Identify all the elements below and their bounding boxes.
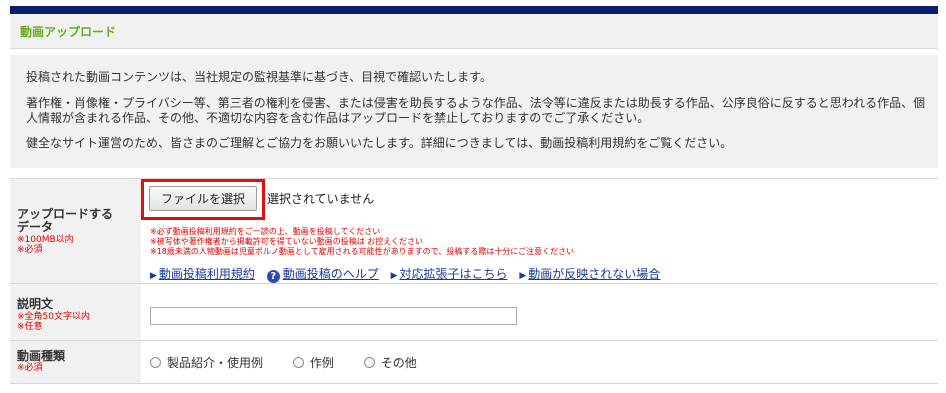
arrow-right-icon: ▶ <box>519 271 527 281</box>
help-links: ▶ 動画投稿利用規約 ? 動画投稿のヘルプ ▶ 対応拡張子はこちら ▶ 動画が反映されな… <box>150 265 668 283</box>
choose-file-button[interactable]: ファイルを選択 <box>149 186 257 211</box>
radio-label: 製品紹介・使用例 <box>167 356 264 370</box>
notice-text-2: 著作権・肖像権・プライバシー等、第三者の権利を侵害、または侵害を助長するような作… <box>26 96 926 125</box>
description-length-note: ※全角50文字以内 <box>17 312 90 322</box>
category-required-note: ※必須 <box>17 363 43 373</box>
description-row: 説明文 ※全角50文字以内 ※任意 <box>10 284 938 341</box>
top-bar <box>10 6 938 14</box>
notice-text-3: 健全なサイト運営のため、皆さまのご理解とご協力をお願いいたします。詳細につきまし… <box>26 136 733 150</box>
help-link[interactable]: 動画投稿のヘルプ <box>283 267 379 281</box>
terms-link[interactable]: 動画投稿利用規約 <box>159 267 255 281</box>
page-title: 動画アップロード <box>20 25 117 39</box>
notice-box: 投稿された動画コンテンツは、当社規定の監視基準に基づき、目視で確認いたします。 … <box>10 55 938 168</box>
radio-circle-icon[interactable] <box>363 357 375 368</box>
upload-size-note: ※100MB以内 <box>17 235 74 245</box>
file-status: 選択されていません <box>267 192 375 206</box>
warning-2: ※被写体や著作権者から掲載許可を得ていない動画の投稿は お控えください <box>150 237 424 246</box>
arrow-right-icon: ▶ <box>390 271 398 281</box>
extensions-link[interactable]: 対応拡張子はこちら <box>400 267 508 281</box>
arrow-right-icon: ▶ <box>150 271 157 281</box>
warning-1: ※必ず動画投稿利用規約をご一読の上、動画を投稿してください <box>150 227 381 236</box>
radio-product-intro[interactable]: 製品紹介・使用例 <box>150 354 263 371</box>
description-input[interactable] <box>150 307 517 325</box>
upload-form: アップロードする データ ※100MB以内 ※必須 ファイルを選択 選択されてい… <box>10 178 938 384</box>
upload-required-note: ※必須 <box>17 245 43 255</box>
description-label: 説明文 <box>17 297 54 311</box>
radio-circle-icon[interactable] <box>150 357 161 368</box>
description-label-cell: 説明文 ※全角50文字以内 ※任意 <box>10 284 141 340</box>
warning-3: ※18歳未満の人物動画は児童ポルノ動画として雇用される可能性がありますので、投稿… <box>150 247 575 256</box>
notice-text-1: 投稿された動画コンテンツは、当社規定の監視基準に基づき、目視で確認いたします。 <box>26 70 492 84</box>
category-label-cell: 動画種類 ※必須 <box>10 341 141 383</box>
radio-label: その他 <box>380 356 417 370</box>
category-row: 動画種類 ※必須 製品紹介・使用例 作例 その他 <box>10 341 938 384</box>
radio-example[interactable]: 作例 <box>292 354 334 371</box>
file-button-highlight: ファイルを選択 <box>141 179 265 220</box>
upload-label-line2: データ <box>17 220 54 234</box>
category-radio-group: 製品紹介・使用例 作例 その他 <box>150 354 443 371</box>
upload-row: アップロードする データ ※100MB以内 ※必須 ファイルを選択 選択されてい… <box>10 179 938 284</box>
description-optional-note: ※任意 <box>17 322 43 332</box>
section-header: 動画アップロード <box>10 14 938 49</box>
upload-label-cell: アップロードする データ ※100MB以内 ※必須 <box>10 179 141 283</box>
help-icon: ? <box>266 270 280 283</box>
upload-value-cell: ファイルを選択 選択されていません ※必ず動画投稿利用規約をご一読の上、動画を投… <box>141 179 938 283</box>
category-value-cell: 製品紹介・使用例 作例 その他 <box>141 341 938 383</box>
radio-other[interactable]: その他 <box>363 354 417 371</box>
description-value-cell <box>141 284 938 340</box>
not-reflected-link[interactable]: 動画が反映されない場合 <box>528 267 660 281</box>
radio-label: 作例 <box>309 356 334 370</box>
radio-circle-icon[interactable] <box>292 357 304 368</box>
category-label: 動画種類 <box>17 349 66 363</box>
